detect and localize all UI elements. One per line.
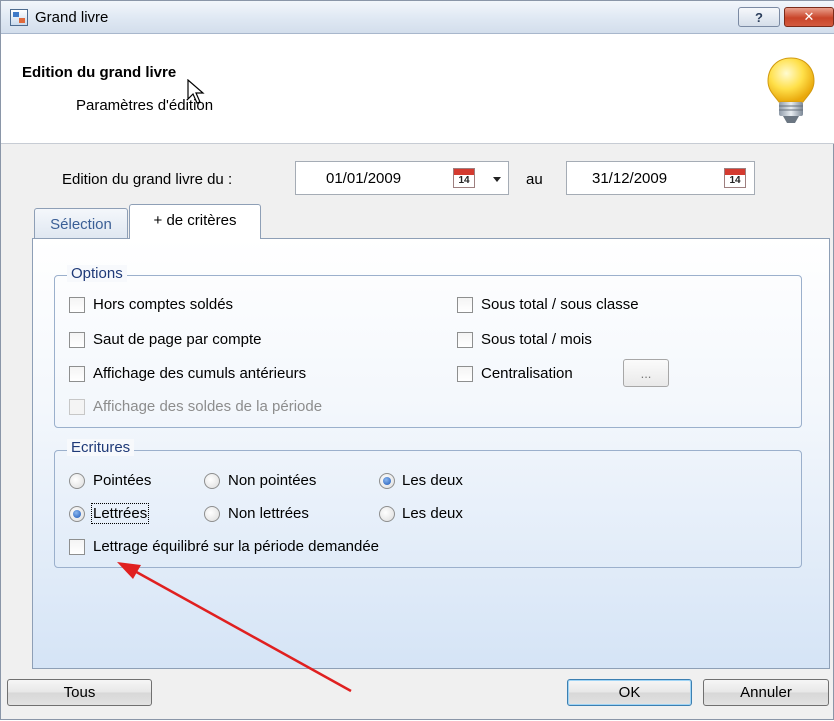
checkbox-label: Sous total / mois	[481, 331, 592, 348]
checkbox-label: Saut de page par compte	[93, 331, 262, 348]
dialog-window: Grand livre ? ✕ Edition du grand livre P…	[0, 0, 834, 720]
date-from-label: Edition du grand livre du :	[62, 171, 233, 188]
select-all-button[interactable]: Tous	[7, 679, 152, 706]
checkbox-label: Centralisation	[481, 365, 573, 382]
calendar-icon[interactable]: 14	[453, 168, 475, 188]
checkbox-lettrage-equilibre[interactable]	[69, 539, 85, 555]
ecritures-legend: Ecritures	[67, 439, 135, 456]
radio-non-pointees[interactable]	[204, 473, 220, 489]
radio-label: Pointées	[93, 472, 152, 489]
date-to-label: au	[526, 171, 543, 188]
radio-label: Non pointées	[228, 472, 317, 489]
lightbulb-icon	[767, 57, 815, 123]
checkbox-label: Affichage des cumuls antérieurs	[93, 365, 307, 382]
close-button[interactable]: ✕	[784, 7, 834, 27]
radio-label: Les deux	[402, 472, 463, 489]
radio-label: Les deux	[402, 505, 463, 522]
checkbox-sous-total-sous-classe[interactable]	[457, 297, 473, 313]
title-bar: Grand livre ? ✕	[1, 1, 834, 34]
window-title: Grand livre	[35, 9, 109, 26]
options-legend: Options	[67, 265, 127, 282]
dialog-header: Edition du grand livre Paramètres d'édit…	[1, 34, 834, 144]
tab-more-criteria[interactable]: + de critères	[129, 204, 261, 239]
checkbox-hors-comptes-soldes[interactable]	[69, 297, 85, 313]
criteria-tab-panel: Options Hors comptes soldés Saut de page…	[32, 238, 830, 669]
checkbox-label: Lettrage équilibré sur la période demand…	[93, 538, 380, 555]
tab-selection[interactable]: Sélection	[34, 208, 128, 239]
checkbox-label: Sous total / sous classe	[481, 296, 639, 313]
mouse-cursor-icon	[187, 79, 205, 104]
date-from-value: 01/01/2009	[326, 170, 402, 187]
help-button[interactable]: ?	[738, 7, 780, 27]
checkbox-soldes-periode[interactable]	[69, 399, 85, 415]
radio-label: Non lettrées	[228, 505, 309, 522]
radio-non-lettrees[interactable]	[204, 506, 220, 522]
checkbox-sous-total-mois[interactable]	[457, 332, 473, 348]
calendar-icon[interactable]: 14	[724, 168, 746, 188]
checkbox-label: Hors comptes soldés	[93, 296, 234, 313]
header-title: Edition du grand livre	[22, 64, 177, 81]
checkbox-label: Affichage des soldes de la période	[93, 398, 323, 415]
checkbox-saut-de-page[interactable]	[69, 332, 85, 348]
question-icon: ?	[755, 9, 763, 25]
checkbox-cumuls-anterieurs[interactable]	[69, 366, 85, 382]
chevron-down-icon[interactable]	[493, 177, 501, 182]
radio-lettrees[interactable]	[69, 506, 85, 522]
radio-lettrage-les-deux[interactable]	[379, 506, 395, 522]
cancel-button[interactable]: Annuler	[703, 679, 829, 706]
date-to-value: 31/12/2009	[592, 170, 668, 187]
ok-button[interactable]: OK	[567, 679, 692, 706]
close-icon: ✕	[803, 9, 815, 24]
radio-pointage-les-deux[interactable]	[379, 473, 395, 489]
date-to-field[interactable]: 31/12/2009 14	[566, 161, 755, 195]
app-icon	[10, 9, 28, 26]
radio-label: Lettrées	[90, 503, 150, 524]
centralisation-options-button[interactable]: ...	[623, 359, 669, 387]
date-from-field[interactable]: 01/01/2009 14	[295, 161, 509, 195]
checkbox-centralisation[interactable]	[457, 366, 473, 382]
radio-pointees[interactable]	[69, 473, 85, 489]
